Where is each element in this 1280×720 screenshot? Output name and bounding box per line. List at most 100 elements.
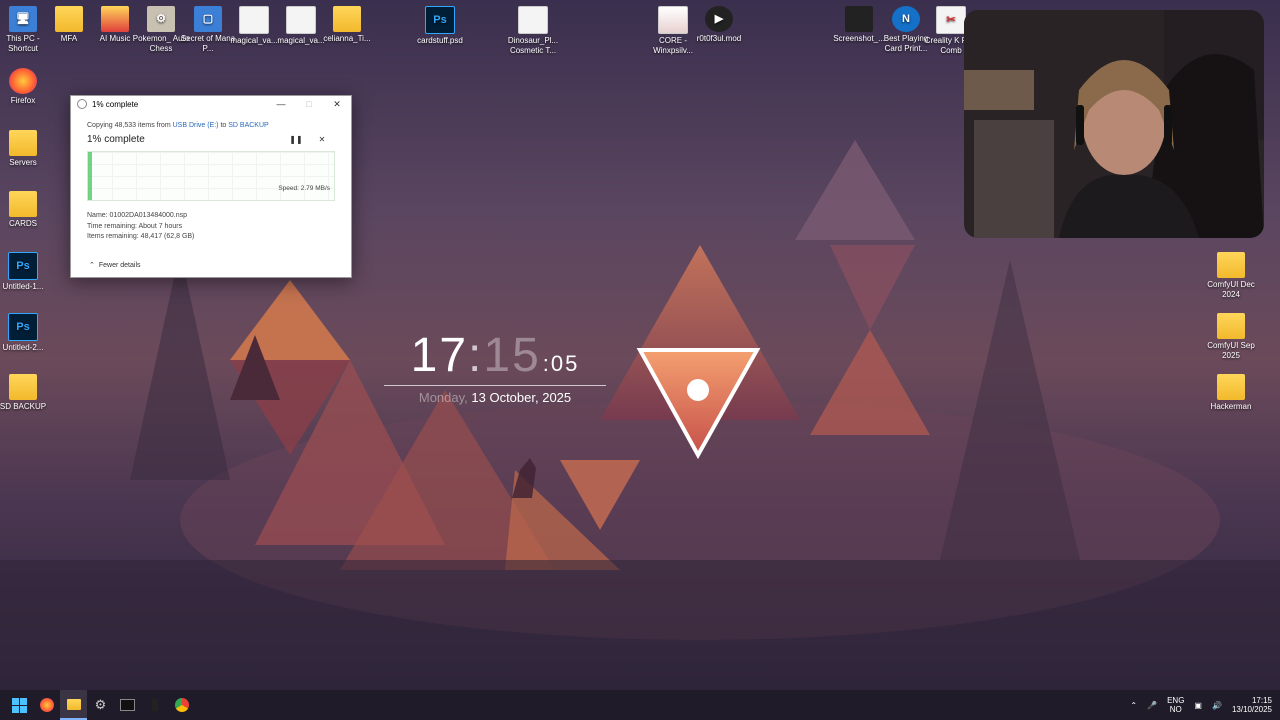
desktop-icon-label: r0t0f3ul.mod bbox=[696, 34, 742, 43]
photoshop-icon: Ps bbox=[8, 313, 38, 341]
desktop-icon-sd-backup[interactable]: SD BACKUP bbox=[0, 374, 52, 412]
file-icon bbox=[239, 6, 269, 34]
pokemon-icon: ⚙ bbox=[147, 6, 175, 32]
speed-label: Speed: 2.79 MB/s bbox=[278, 185, 330, 192]
taskbar-terminal[interactable] bbox=[114, 690, 141, 720]
folder-icon bbox=[9, 130, 37, 156]
microphone-icon[interactable]: 🎤 bbox=[1147, 701, 1157, 710]
desktop-icon-label: SD BACKUP bbox=[0, 402, 47, 411]
desktop-icon-untitled-1[interactable]: Ps Untitled-1... bbox=[0, 252, 52, 292]
desktop-icon-label: CARDS bbox=[8, 219, 37, 228]
clock-colon: : bbox=[468, 329, 484, 382]
items-remaining: Items remaining: 48,417 (62,8 GB) bbox=[87, 233, 195, 240]
desktop-icon-untitled-2[interactable]: Ps Untitled-2... bbox=[0, 313, 52, 353]
media-play-icon: ▶ bbox=[705, 6, 733, 32]
desktop-icon-label: ComfyUI Dec 2024 bbox=[1207, 280, 1255, 299]
folder-icon bbox=[9, 191, 37, 217]
source-link[interactable]: USB Drive (E:) bbox=[173, 122, 219, 129]
copying-summary: Copying 48,533 items from USB Drive (E:)… bbox=[87, 122, 335, 129]
folder-icon bbox=[333, 6, 361, 32]
desktop-icon-label: Hackerman bbox=[1210, 402, 1252, 411]
start-button[interactable] bbox=[6, 690, 33, 720]
desktop-icon-cardstuff[interactable]: Ps cardstuff.psd bbox=[411, 6, 469, 46]
folder-icon bbox=[1217, 252, 1245, 278]
transfer-details: Name: 01002DA013484000.nsp Time remainin… bbox=[87, 211, 335, 243]
desktop-icon-comfyui-dec[interactable]: ComfyUI Dec 2024 bbox=[1202, 252, 1260, 300]
progress-fill bbox=[88, 152, 92, 200]
image-icon bbox=[845, 6, 873, 32]
file-name: Name: 01002DA013484000.nsp bbox=[87, 212, 188, 219]
language-code: ENG bbox=[1167, 696, 1185, 705]
windows-icon bbox=[12, 697, 27, 713]
gear-icon: ⚙ bbox=[94, 697, 107, 712]
clock-divider bbox=[384, 385, 606, 386]
volume-icon[interactable]: 🔊 bbox=[1212, 701, 1222, 710]
close-button[interactable]: ✕ bbox=[323, 99, 351, 110]
firefox-icon bbox=[9, 68, 37, 94]
clock-hours: 17 bbox=[410, 329, 469, 382]
minimize-button[interactable]: — bbox=[267, 99, 295, 109]
clock-weekday: Monday, bbox=[418, 390, 468, 405]
taskbar-app-dark[interactable] bbox=[141, 690, 168, 720]
photoshop-icon: Ps bbox=[8, 252, 38, 280]
taskbar-app-gear[interactable]: ⚙ bbox=[87, 690, 114, 720]
desktop-icon-label: ComfyUI Sep 2025 bbox=[1207, 341, 1255, 360]
clock-date: 13 October, 2025 bbox=[471, 390, 572, 405]
copy-progress-dialog[interactable]: 1% complete — □ ✕ Copying 48,533 items f… bbox=[70, 95, 352, 278]
taskbar: ⚙ ⌃ 🎤 ENG NO ▣ 🔊 17:15 13/10/2025 bbox=[0, 690, 1280, 720]
desktop-icon-cards[interactable]: CARDS bbox=[0, 191, 52, 229]
destination-link[interactable]: SD BACKUP bbox=[228, 122, 268, 129]
taskbar-chrome[interactable] bbox=[168, 690, 195, 720]
copy-status-icon bbox=[77, 99, 87, 109]
percent-complete: 1% complete bbox=[87, 134, 145, 145]
folder-icon bbox=[66, 698, 81, 710]
desktop-icon-dinosaur[interactable]: Dinosaur_Pl... Cosmetic T... bbox=[504, 6, 562, 56]
desktop-icon-hackerman[interactable]: Hackerman bbox=[1202, 374, 1260, 412]
nekso-icon: N bbox=[892, 6, 920, 32]
dialog-titlebar[interactable]: 1% complete — □ ✕ bbox=[71, 96, 351, 112]
desktop-icon-firefox[interactable]: Firefox bbox=[0, 68, 52, 106]
folder-icon bbox=[1217, 374, 1245, 400]
chevron-up-icon[interactable]: ⌃ bbox=[1130, 701, 1137, 710]
file-icon bbox=[658, 6, 688, 34]
desktop-icon-label: celianna_Ti... bbox=[323, 34, 371, 43]
keyboard-layout: NO bbox=[1169, 705, 1182, 714]
clock-widget: 17 : 15 :05 Monday, 13 October, 2025 bbox=[380, 328, 610, 405]
folder-icon bbox=[9, 374, 37, 400]
terminal-icon bbox=[120, 699, 135, 711]
clock-seconds: :05 bbox=[542, 351, 580, 376]
language-indicator[interactable]: ENG NO bbox=[1167, 696, 1184, 714]
desktop-icon-servers[interactable]: Servers bbox=[0, 130, 52, 168]
desktop-icon-label: Firefox bbox=[10, 96, 36, 105]
maximize-button[interactable]: □ bbox=[295, 99, 323, 109]
taskbar-clock[interactable]: 17:15 13/10/2025 bbox=[1232, 696, 1272, 714]
folder-icon bbox=[101, 6, 129, 32]
file-icon bbox=[286, 6, 316, 34]
app-window-icon: ▢ bbox=[194, 6, 222, 32]
chrome-icon bbox=[174, 698, 189, 712]
desktop-icon-comfyui-sep[interactable]: ComfyUI Sep 2025 bbox=[1202, 313, 1260, 361]
network-icon[interactable]: ▣ bbox=[1194, 701, 1202, 710]
clock-minutes: 15 bbox=[483, 329, 541, 382]
taskbar-file-explorer[interactable] bbox=[60, 690, 87, 720]
firefox-icon bbox=[39, 698, 54, 712]
taskbar-time: 17:15 bbox=[1251, 696, 1272, 705]
folder-icon bbox=[1217, 313, 1245, 339]
cancel-button[interactable]: ✕ bbox=[309, 135, 335, 144]
taskbar-firefox[interactable] bbox=[33, 690, 60, 720]
dialog-title: 1% complete bbox=[92, 99, 139, 109]
taskbar-date: 13/10/2025 bbox=[1231, 705, 1272, 714]
desktop-icon-r0t0f3ul[interactable]: ▶ r0t0f3ul.mod bbox=[690, 6, 748, 44]
webcam-overlay bbox=[964, 10, 1264, 238]
desktop-icon-label: Servers bbox=[9, 158, 37, 167]
webcam-feed bbox=[964, 10, 1264, 238]
desktop-icon-celianna[interactable]: celianna_Ti... bbox=[318, 6, 376, 44]
photoshop-icon: Ps bbox=[425, 6, 455, 34]
transfer-speed-graph: Speed: 2.79 MB/s bbox=[87, 151, 335, 201]
file-icon bbox=[518, 6, 548, 34]
chevron-up-icon: ⌃ bbox=[89, 262, 95, 269]
fewer-details-button[interactable]: ⌃ Fewer details bbox=[89, 261, 141, 270]
desktop-icon-label: Untitled-1... bbox=[2, 282, 44, 291]
to-word: to bbox=[218, 122, 229, 129]
pause-button[interactable]: ❚❚ bbox=[283, 135, 309, 144]
